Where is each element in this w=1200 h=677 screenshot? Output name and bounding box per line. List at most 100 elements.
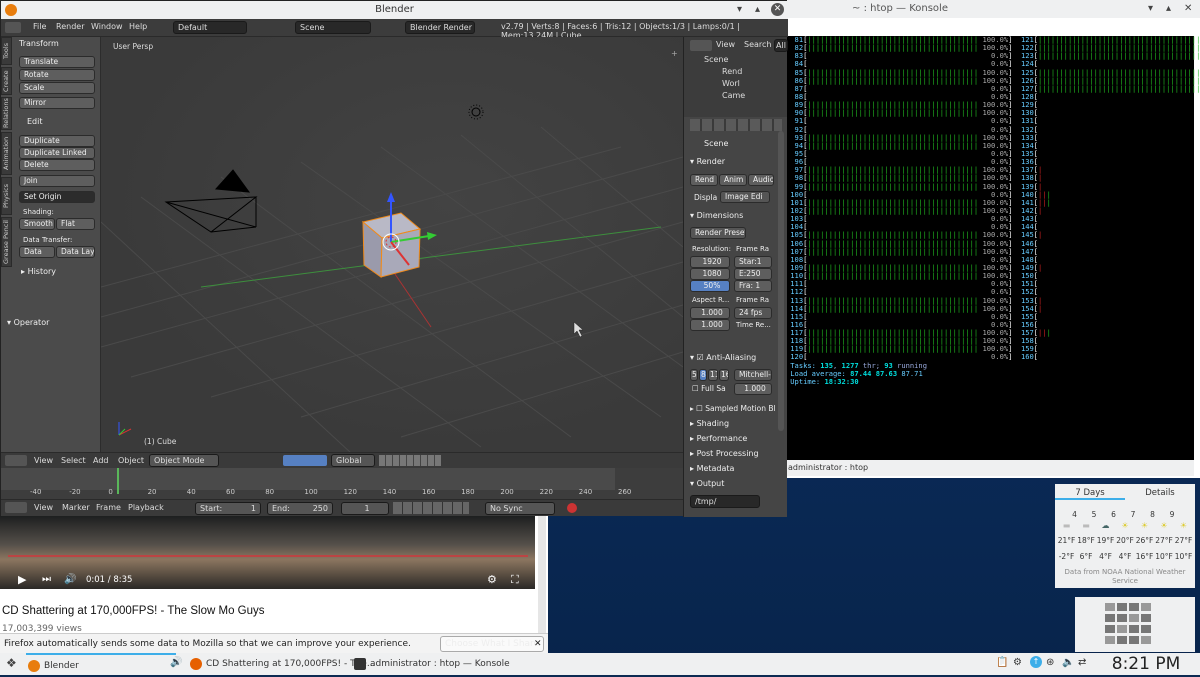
output-path-field[interactable]: /tmp/ bbox=[690, 495, 760, 508]
aa-size-field[interactable]: 1.000 bbox=[734, 383, 772, 395]
outliner-filter-select[interactable]: All bbox=[774, 39, 788, 52]
virtual-desktop[interactable] bbox=[1129, 636, 1139, 644]
clock[interactable]: 8:21 PM bbox=[1096, 653, 1196, 675]
aspect-x-field[interactable]: 1.000 bbox=[690, 307, 730, 319]
data-button[interactable]: Data bbox=[19, 246, 55, 258]
join-button[interactable]: Join bbox=[19, 175, 95, 187]
weather-tab-details[interactable]: Details bbox=[1125, 488, 1195, 498]
blender-minimize-icon[interactable]: ▾ bbox=[737, 1, 742, 19]
play-icon[interactable]: ▶ bbox=[18, 571, 26, 589]
menu-help[interactable]: Help bbox=[129, 22, 147, 31]
virtual-desktop[interactable] bbox=[1117, 603, 1127, 611]
konsole-close-icon[interactable]: ✕ bbox=[1184, 0, 1192, 18]
operator-panel-title[interactable]: ▾ Operator bbox=[7, 318, 49, 327]
virtual-desktop[interactable] bbox=[1105, 636, 1115, 644]
blender-window[interactable]: Blender ▾ ▴ ✕ File Render Window Help De… bbox=[0, 0, 788, 517]
3d-viewport[interactable]: User Persp (1) Cube + bbox=[100, 37, 684, 454]
smooth-button[interactable]: Smooth bbox=[19, 218, 55, 230]
anti-aliasing-panel-title[interactable]: ▾ ☑ Anti-Aliasing bbox=[690, 353, 756, 362]
virtual-desktop[interactable] bbox=[1129, 603, 1139, 611]
virtual-desktop[interactable] bbox=[1141, 614, 1151, 622]
timeline-menu-frame[interactable]: Frame bbox=[96, 503, 121, 512]
viewport-menu-view[interactable]: View bbox=[34, 456, 53, 465]
viewport-expand-icon[interactable]: + bbox=[671, 49, 678, 58]
render-engine-select[interactable]: Blender Render bbox=[405, 21, 475, 34]
weather-tab-7days[interactable]: 7 Days bbox=[1055, 488, 1125, 500]
frame-start-field[interactable]: Star:1 bbox=[734, 256, 772, 268]
aa-samples-5[interactable]: 5 bbox=[690, 369, 698, 381]
virtual-desktop[interactable] bbox=[1105, 625, 1115, 633]
virtual-desktop[interactable] bbox=[1129, 625, 1139, 633]
delete-button[interactable]: Delete bbox=[19, 159, 95, 171]
virtual-desktop[interactable] bbox=[1105, 614, 1115, 622]
fps-select[interactable]: 24 fps bbox=[734, 307, 772, 319]
tool-tab-relations[interactable]: Relations bbox=[1, 97, 12, 130]
outliner-editor-icon[interactable] bbox=[690, 40, 712, 51]
aa-filter-select[interactable]: Mitchell- bbox=[734, 369, 772, 381]
viewport-menu-object[interactable]: Object bbox=[118, 456, 144, 465]
timeline-editor-icon[interactable] bbox=[5, 502, 27, 513]
timeline-menu-marker[interactable]: Marker bbox=[62, 503, 90, 512]
video-progress-bar[interactable] bbox=[8, 555, 528, 557]
performance-panel-title[interactable]: ▸ Performance bbox=[690, 434, 747, 443]
record-icon[interactable] bbox=[567, 503, 577, 513]
rotate-button[interactable]: Rotate bbox=[19, 69, 95, 81]
render-button[interactable]: Rend bbox=[690, 174, 718, 186]
mirror-button[interactable]: Mirror bbox=[19, 97, 95, 109]
tool-tab-create[interactable]: Create bbox=[1, 67, 12, 95]
frame-end-field[interactable]: E:250 bbox=[734, 268, 772, 280]
virtual-desktop-pager[interactable] bbox=[1075, 597, 1195, 652]
tool-tab-physics[interactable]: Physics bbox=[1, 177, 12, 215]
display-select[interactable]: Image Edi bbox=[720, 191, 770, 203]
virtual-desktop[interactable] bbox=[1141, 625, 1151, 633]
tool-tab-tools[interactable]: Tools bbox=[1, 37, 12, 65]
output-panel-title[interactable]: ▾ Output bbox=[690, 479, 724, 488]
virtual-desktop[interactable] bbox=[1141, 636, 1151, 644]
viewport-editor-icon[interactable] bbox=[5, 455, 27, 466]
current-frame-field[interactable]: 1 bbox=[341, 502, 389, 515]
render-panel-title[interactable]: ▾ Render bbox=[690, 157, 725, 166]
task-konsole[interactable]: administrator : htop — Konsole bbox=[352, 653, 512, 675]
blender-titlebar[interactable]: Blender ▾ ▴ ✕ bbox=[1, 1, 788, 19]
transform-panel-title[interactable]: Transform bbox=[19, 39, 59, 48]
viewport-scene[interactable] bbox=[100, 37, 684, 454]
shading-panel-title[interactable]: ▸ Shading bbox=[690, 419, 729, 428]
tool-tab-animation[interactable]: Animation bbox=[1, 132, 12, 175]
choose-what-i-share-button[interactable]: Choose What I Share bbox=[440, 636, 545, 652]
properties-editor[interactable]: Scene ▾ Render Rend Anim Audio Displa Im… bbox=[683, 117, 787, 517]
next-icon[interactable]: ⏭ bbox=[42, 571, 51, 589]
updates-icon[interactable]: ↑ bbox=[1030, 656, 1042, 668]
viewport-menu-add[interactable]: Add bbox=[93, 456, 109, 465]
viewport-menu-select[interactable]: Select bbox=[61, 456, 86, 465]
resolution-x-field[interactable]: 1920 bbox=[690, 256, 730, 268]
outliner[interactable]: View Search All Scene Rend Worl Came bbox=[683, 37, 788, 117]
resolution-percent-field[interactable]: 50% bbox=[690, 280, 730, 292]
blender-maximize-icon[interactable]: ▴ bbox=[755, 1, 760, 19]
duplicate-linked-button[interactable]: Duplicate Linked bbox=[19, 147, 95, 159]
playback-controls[interactable] bbox=[393, 502, 469, 514]
konsole-minimize-icon[interactable]: ▾ bbox=[1148, 0, 1153, 18]
dimensions-panel-title[interactable]: ▾ Dimensions bbox=[690, 211, 743, 220]
virtual-desktop[interactable] bbox=[1129, 614, 1139, 622]
mode-select[interactable]: Object Mode bbox=[149, 454, 219, 467]
outliner-item-scene[interactable]: Scene bbox=[704, 55, 728, 64]
notice-close-icon[interactable]: ✕ bbox=[534, 634, 542, 654]
virtual-desktop[interactable] bbox=[1117, 636, 1127, 644]
menu-file[interactable]: File bbox=[33, 22, 46, 31]
metadata-panel-title[interactable]: ▸ Metadata bbox=[690, 464, 734, 473]
render-presets-select[interactable]: Render Presets bbox=[690, 227, 746, 239]
properties-tabs[interactable] bbox=[690, 119, 782, 131]
sampled-motion-panel-title[interactable]: ▸ ☐ Sampled Motion Bl bbox=[690, 404, 776, 413]
history-panel-title[interactable]: ▸ History bbox=[21, 267, 56, 276]
virtual-desktop[interactable] bbox=[1117, 625, 1127, 633]
layer-buttons[interactable] bbox=[379, 455, 441, 466]
edit-panel-title[interactable]: Edit bbox=[27, 117, 43, 126]
timeline-menu-playback[interactable]: Playback bbox=[128, 503, 164, 512]
post-processing-panel-title[interactable]: ▸ Post Processing bbox=[690, 449, 759, 458]
virtual-desktop[interactable] bbox=[1105, 603, 1115, 611]
aa-samples-16[interactable]: 16 bbox=[719, 369, 729, 381]
sync-select[interactable]: No Sync bbox=[485, 502, 555, 515]
timeline-menu-view[interactable]: View bbox=[34, 503, 53, 512]
task-blender[interactable]: Blender bbox=[26, 653, 176, 675]
end-frame-field[interactable]: End: 250 bbox=[267, 502, 333, 515]
